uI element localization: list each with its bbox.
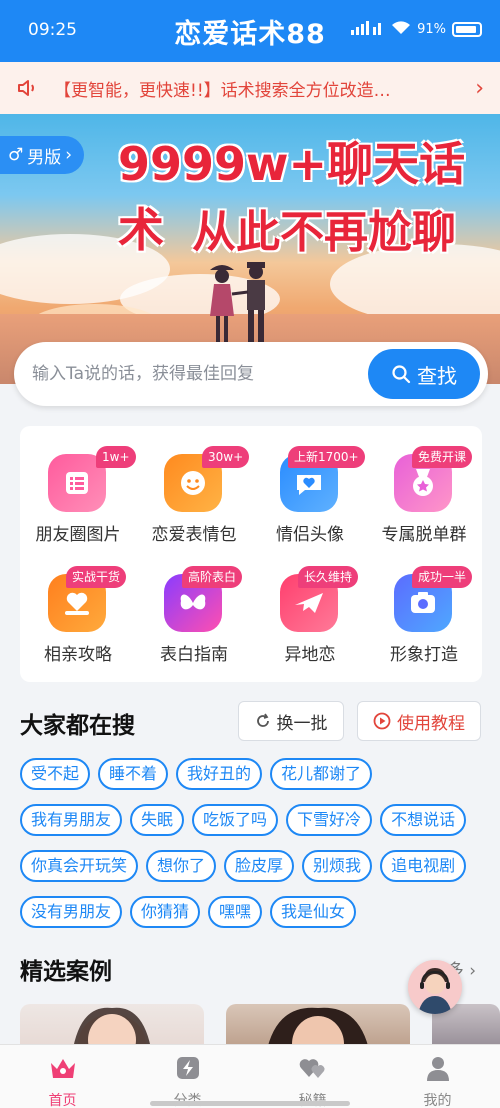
tag-row: 没有男朋友 你猜猜 嘿嘿 我是仙女	[20, 896, 490, 928]
couple-illustration	[210, 262, 265, 350]
tab-profile[interactable]: 我的	[375, 1045, 500, 1108]
play-circle-icon	[373, 712, 391, 730]
support-agent-icon	[408, 960, 462, 1014]
search-button[interactable]: 查找	[368, 349, 480, 399]
feature-item[interactable]: 上新1700+ 情侣头像	[252, 426, 368, 546]
wifi-icon	[391, 20, 411, 39]
feature-item[interactable]: 长久维持 异地恋	[252, 546, 368, 666]
tab-category[interactable]: 分类	[125, 1045, 250, 1108]
search-tag[interactable]: 我有男朋友	[20, 804, 123, 836]
banner-subheadline: 从此不再尬聊	[192, 207, 456, 258]
feature-label: 表白指南	[160, 645, 228, 665]
feature-label: 异地恋	[284, 645, 336, 665]
feature-badge: 30w+	[202, 446, 250, 468]
feature-label: 专属脱单群	[381, 525, 467, 545]
support-avatar-button[interactable]	[408, 960, 462, 1014]
search-icon	[392, 365, 411, 384]
home-indicator	[150, 1101, 350, 1106]
status-icons: 91%	[351, 20, 482, 39]
chevron-right-icon: ›	[65, 145, 73, 165]
top-bar: 09:25 恋爱话术88 91%	[0, 0, 500, 62]
feature-badge: 成功一半	[412, 566, 473, 588]
battery-icon	[452, 22, 482, 37]
search-tag[interactable]: 我是仙女	[270, 896, 357, 928]
search-bar: 查找	[14, 342, 488, 406]
search-tag[interactable]: 别烦我	[302, 850, 373, 882]
feature-badge: 上新1700+	[288, 446, 365, 468]
search-tag[interactable]: 嘿嘿	[208, 896, 263, 928]
crown-icon	[50, 1059, 75, 1078]
search-tag[interactable]: 想你了	[146, 850, 217, 882]
tutorial-label: 使用教程	[397, 713, 465, 734]
feature-badge: 高阶表白	[182, 566, 243, 588]
lightning-box-icon	[176, 1057, 199, 1079]
feature-label: 恋爱表情包	[151, 525, 237, 545]
feature-badge: 免费开课	[412, 446, 473, 468]
search-tag[interactable]: 吃饭了吗	[192, 804, 279, 836]
feature-label: 相亲攻略	[44, 645, 112, 665]
tab-label: 首页	[48, 1093, 77, 1108]
battery-percent: 91%	[417, 22, 446, 37]
feature-grid: 1w+ 朋友圈图片 30w+ 恋爱表情包 上新1700+ 情侣头像 免费开课 专…	[20, 426, 482, 682]
bottom-tab-bar: 首页 分类 秘籍 我的	[0, 1044, 500, 1108]
hot-tags: 受不起 睡不着 我好丑的 花儿都谢了 我有男朋友 失眠 吃饭了吗 下雪好冷 不想说话 你真会开玩笑…	[20, 758, 490, 942]
search-tag[interactable]: 失眠	[130, 804, 185, 836]
tab-home[interactable]: 首页	[0, 1045, 125, 1108]
notice-bar[interactable]: 【更智能，更快速!!】话术搜索全方位改造… ›	[0, 62, 500, 114]
chevron-right-icon: ›	[475, 75, 484, 101]
feature-item[interactable]: 成功一半 形象打造	[366, 546, 482, 666]
tag-row: 你真会开玩笑 想你了 脸皮厚 别烦我 追电视剧	[20, 850, 490, 882]
tab-tips[interactable]: 秘籍	[250, 1045, 375, 1108]
feature-item[interactable]: 1w+ 朋友圈图片	[20, 426, 136, 546]
tag-row: 我有男朋友 失眠 吃饭了吗 下雪好冷 不想说话	[20, 804, 490, 836]
search-tag[interactable]: 不想说话	[380, 804, 467, 836]
search-tag[interactable]: 你真会开玩笑	[20, 850, 139, 882]
search-tag[interactable]: 追电视剧	[380, 850, 467, 882]
feature-label: 情侣头像	[276, 525, 344, 545]
tag-row: 受不起 睡不着 我好丑的 花儿都谢了	[20, 758, 490, 790]
search-tag[interactable]: 花儿都谢了	[270, 758, 373, 790]
search-tag[interactable]: 脸皮厚	[224, 850, 295, 882]
gender-label: 男版	[27, 147, 62, 168]
search-tag[interactable]: 受不起	[20, 758, 91, 790]
search-tag[interactable]: 下雪好冷	[286, 804, 373, 836]
hot-search-title: 大家都在搜	[20, 713, 135, 739]
search-input[interactable]	[32, 342, 372, 406]
app-root: 09:25 恋爱话术88 91% 【更智能，更快速!!】话术搜索全方位改造… ›	[0, 0, 500, 1108]
male-icon: ♂	[8, 145, 24, 165]
refresh-button[interactable]: 换一批	[238, 701, 344, 741]
feature-badge: 实战干货	[66, 566, 127, 588]
gender-switch-button[interactable]: ♂ 男版 ›	[0, 136, 85, 174]
tutorial-button[interactable]: 使用教程	[357, 701, 481, 741]
feature-item[interactable]: 30w+ 恋爱表情包	[136, 426, 252, 546]
search-button-label: 查找	[417, 363, 457, 388]
feature-item[interactable]: 高阶表白 表白指南	[136, 546, 252, 666]
hearts-icon	[299, 1059, 324, 1078]
search-tag[interactable]: 睡不着	[98, 758, 169, 790]
feature-item[interactable]: 免费开课 专属脱单群	[366, 426, 482, 546]
search-tag[interactable]: 我好丑的	[176, 758, 263, 790]
speaker-icon	[18, 80, 34, 96]
feature-badge: 1w+	[96, 446, 136, 468]
feature-item[interactable]: 实战干货 相亲攻略	[20, 546, 136, 666]
feature-label: 形象打造	[390, 645, 458, 665]
user-icon	[426, 1057, 449, 1081]
refresh-label: 换一批	[276, 713, 328, 734]
refresh-icon	[256, 713, 269, 727]
tab-label: 我的	[423, 1093, 452, 1108]
feature-label: 朋友圈图片	[35, 525, 121, 545]
notice-text: 【更智能，更快速!!】话术搜索全方位改造…	[54, 80, 391, 101]
signal-icon	[351, 20, 385, 39]
search-tag[interactable]: 你猜猜	[130, 896, 201, 928]
feature-badge: 长久维持	[298, 566, 359, 588]
cases-title: 精选案例	[20, 959, 112, 985]
search-tag[interactable]: 没有男朋友	[20, 896, 123, 928]
